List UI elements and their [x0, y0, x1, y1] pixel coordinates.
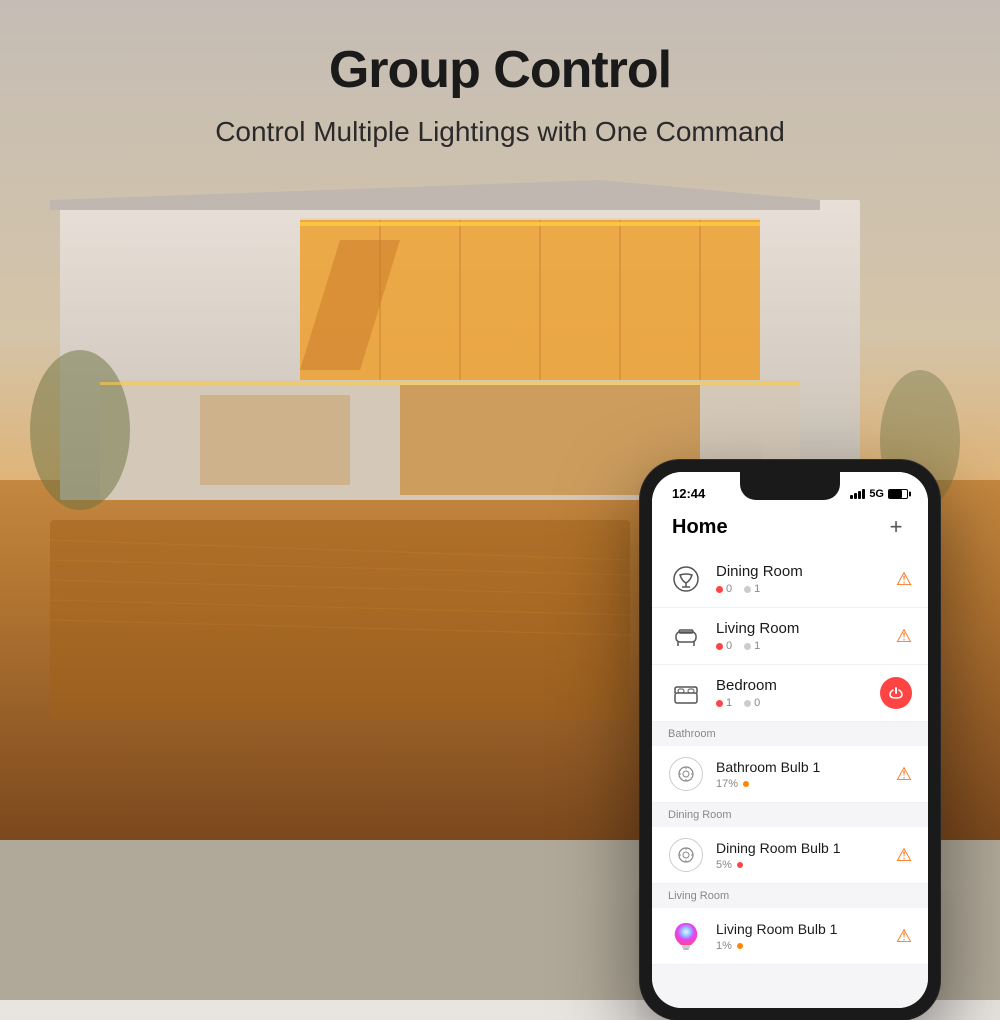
room-living-room[interactable]: Living Room 0 1 — [652, 608, 928, 665]
dining-bulb-name: Dining Room Bulb 1 — [716, 840, 896, 856]
section-bathroom-header: Bathroom — [652, 722, 928, 746]
signal-icon — [850, 489, 865, 499]
main-title: Group Control — [20, 40, 980, 100]
subtitle: Control Multiple Lightings with One Comm… — [20, 116, 980, 148]
room-bedroom[interactable]: Bedroom 1 0 — [652, 665, 928, 722]
bathroom-bulb-name: Bathroom Bulb 1 — [716, 759, 896, 775]
device-dining-bulb-1[interactable]: Dining Room Bulb 1 5% ⚠ — [652, 827, 928, 884]
living-room-stats: 0 1 — [716, 640, 896, 652]
phone-screen: 12:44 5G Home + — [652, 472, 928, 1008]
add-button[interactable]: + — [884, 515, 908, 539]
status-time: 12:44 — [672, 486, 705, 501]
phone-mockup: 12:44 5G Home + — [640, 460, 940, 1020]
living-bulb-name: Living Room Bulb 1 — [716, 921, 896, 937]
bathroom-bulb-alert-icon[interactable]: ⚠ — [896, 764, 912, 785]
header-section: Group Control Control Multiple Lightings… — [0, 0, 1000, 168]
dining-bulb-icon — [668, 837, 704, 873]
living-bulb-info: Living Room Bulb 1 1% — [716, 921, 896, 952]
dining-room-name: Dining Room — [716, 563, 896, 580]
bedroom-info: Bedroom 1 0 — [716, 677, 880, 709]
dining-room-info: Dining Room 0 1 — [716, 563, 896, 595]
scroll-content: Dining Room 0 1 — [652, 551, 928, 1008]
dining-bulb-alert-icon[interactable]: ⚠ — [896, 845, 912, 866]
status-icons: 5G — [850, 488, 908, 500]
living-room-icon — [668, 618, 704, 654]
living-room-info: Living Room 0 1 — [716, 620, 896, 652]
living-room-alert-icon[interactable]: ⚠ — [896, 626, 912, 647]
phone-body: 12:44 5G Home + — [640, 460, 940, 1020]
dining-room-alert-icon[interactable]: ⚠ — [896, 569, 912, 590]
section-dining-header: Dining Room — [652, 803, 928, 827]
living-bulb-status: 1% — [716, 940, 896, 952]
bedroom-power-icon[interactable] — [880, 677, 912, 709]
page-wrapper: Group Control Control Multiple Lightings… — [0, 0, 1000, 1000]
network-label: 5G — [869, 488, 884, 500]
bedroom-icon — [668, 675, 704, 711]
bathroom-bulb-icon — [668, 756, 704, 792]
dining-room-stats: 0 1 — [716, 583, 896, 595]
bedroom-name: Bedroom — [716, 677, 880, 694]
bathroom-bulb-info: Bathroom Bulb 1 17% — [716, 759, 896, 790]
room-dining-room[interactable]: Dining Room 0 1 — [652, 551, 928, 608]
section-living-header: Living Room — [652, 884, 928, 908]
dining-bulb-info: Dining Room Bulb 1 5% — [716, 840, 896, 871]
bedroom-stats: 1 0 — [716, 697, 880, 709]
bathroom-bulb-status: 17% — [716, 778, 896, 790]
device-bathroom-bulb-1[interactable]: Bathroom Bulb 1 17% ⚠ — [652, 746, 928, 803]
dining-room-icon — [668, 561, 704, 597]
phone-notch — [740, 472, 840, 500]
battery-icon — [888, 489, 908, 499]
living-bulb-alert-icon[interactable]: ⚠ — [896, 926, 912, 947]
living-room-name: Living Room — [716, 620, 896, 637]
device-living-bulb-1[interactable]: Living Room Bulb 1 1% ⚠ — [652, 908, 928, 965]
app-header: Home + — [652, 507, 928, 551]
dining-bulb-status: 5% — [716, 859, 896, 871]
app-title: Home — [672, 516, 728, 539]
living-bulb-icon — [668, 918, 704, 954]
